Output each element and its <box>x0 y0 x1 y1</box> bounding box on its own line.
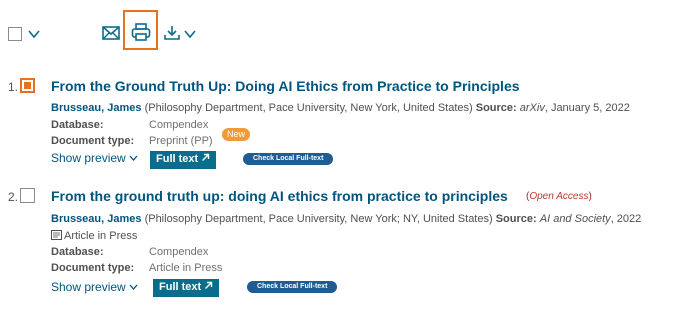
open-access-text: Open Access <box>529 191 589 202</box>
article-in-press-icon <box>51 230 62 240</box>
result-author-line: Brusseau, James (Philosophy Department, … <box>51 102 630 114</box>
result-number: 2. <box>8 190 19 204</box>
source-date: , 2022 <box>610 213 642 225</box>
chevron-down-icon[interactable] <box>183 27 197 41</box>
affiliation: (Philosophy Department, Pace University,… <box>144 213 493 225</box>
database-value: Compendex <box>149 246 209 258</box>
full-text-label: Full text <box>159 281 202 293</box>
result-title[interactable]: From the ground truth up: doing AI ethic… <box>51 188 508 204</box>
result-number: 1. <box>8 80 19 94</box>
result-checkbox[interactable] <box>20 188 35 203</box>
external-link-icon <box>202 153 210 161</box>
source-label: Source: <box>475 102 517 114</box>
database-label: Database: <box>51 119 104 131</box>
chevron-down-icon <box>129 284 138 290</box>
show-preview-link[interactable]: Show preview <box>51 280 138 294</box>
full-text-button[interactable]: Full text <box>153 279 220 297</box>
database-line: Database: Compendex <box>51 246 208 258</box>
author-link[interactable]: Brusseau, James <box>51 102 142 114</box>
doctype-line: Document type: Article in Press <box>51 262 222 274</box>
chevron-down-icon <box>129 155 138 161</box>
new-badge: New <box>222 128 251 141</box>
full-text-button[interactable]: Full text <box>150 151 217 169</box>
result-author-line: Brusseau, James (Philosophy Department, … <box>51 213 641 225</box>
mail-icon[interactable] <box>102 25 120 41</box>
database-line: Database: Compendex <box>51 119 208 131</box>
check-local-full-text-button[interactable]: Check Local Full-text <box>247 281 338 293</box>
download-icon[interactable] <box>163 24 181 42</box>
source-name: arXiv <box>519 102 545 114</box>
doctype-line: Document type: Preprint (PP) <box>51 135 213 147</box>
result-title[interactable]: From the Ground Truth Up: Doing AI Ethic… <box>51 78 520 94</box>
doctype-value: Article in Press <box>149 262 223 274</box>
check-local-full-text-button[interactable]: Check Local Full-text <box>243 153 334 165</box>
select-all-checkbox[interactable] <box>8 27 22 41</box>
article-in-press-text: Article in Press <box>64 230 138 242</box>
show-preview-label: Show preview <box>51 280 126 294</box>
database-value: Compendex <box>149 119 209 131</box>
author-link[interactable]: Brusseau, James <box>51 213 142 225</box>
source-label: Source: <box>495 213 537 225</box>
doctype-label: Document type: <box>51 135 135 147</box>
doctype-label: Document type: <box>51 262 135 274</box>
printer-icon[interactable] <box>131 22 151 42</box>
doctype-value: Preprint (PP) <box>149 135 213 147</box>
show-preview-link[interactable]: Show preview <box>51 151 138 165</box>
source-name: AI and Society <box>539 213 611 225</box>
database-label: Database: <box>51 246 104 258</box>
article-in-press-line: Article in Press <box>51 230 137 242</box>
show-preview-label: Show preview <box>51 151 126 165</box>
full-text-label: Full text <box>156 153 199 165</box>
open-access-label: (Open Access) <box>526 191 592 202</box>
external-link-icon <box>205 281 213 289</box>
results-toolbar <box>0 0 683 64</box>
result-checkbox[interactable] <box>20 78 35 93</box>
chevron-down-icon[interactable] <box>27 27 41 41</box>
affiliation: (Philosophy Department, Pace University,… <box>144 102 473 114</box>
source-date: , January 5, 2022 <box>544 102 630 114</box>
